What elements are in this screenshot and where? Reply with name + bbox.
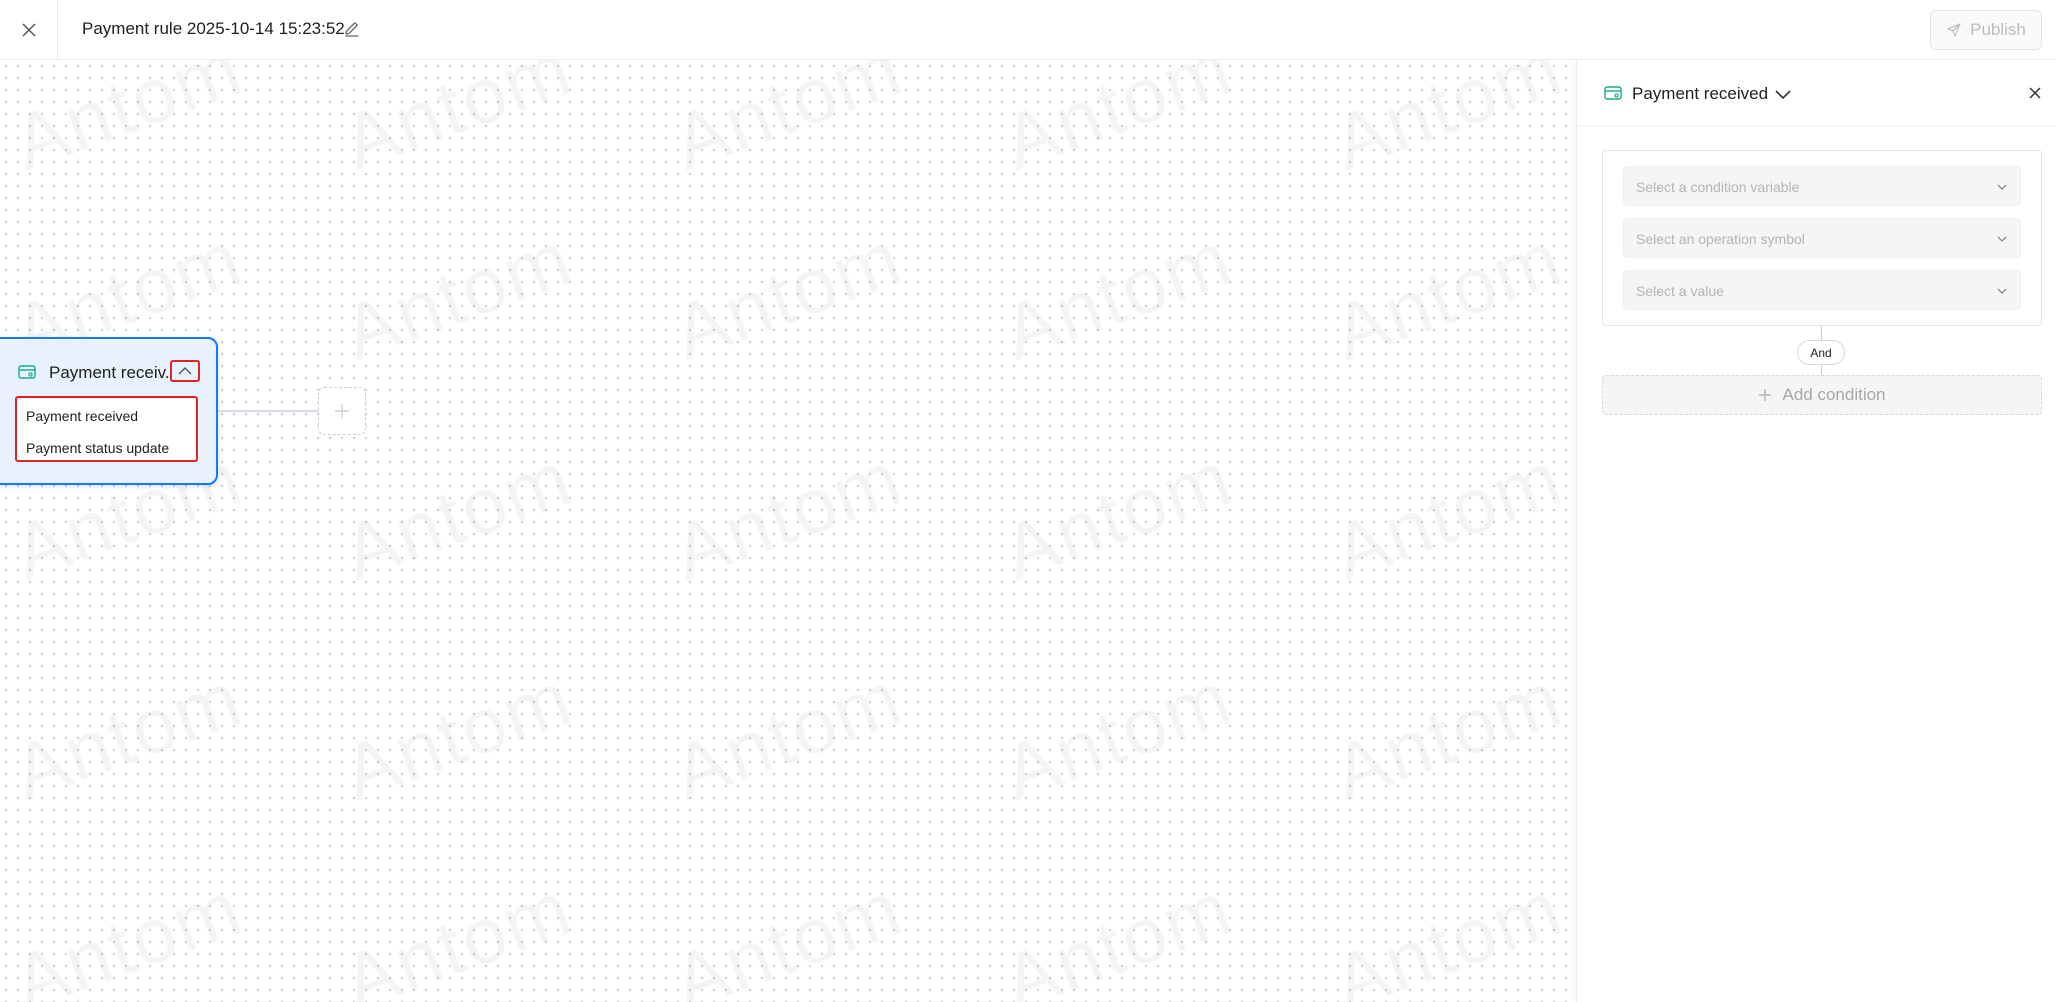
- condition-variable-placeholder: Select a condition variable: [1636, 179, 1800, 195]
- chevron-up-icon: [178, 367, 192, 375]
- pencil-icon[interactable]: [342, 19, 362, 39]
- add-condition-button[interactable]: Add condition: [1602, 375, 2042, 415]
- payment-card-icon: [1604, 86, 1622, 100]
- page-title: Payment rule 2025-10-14 15:23:52: [82, 19, 345, 38]
- watermark: Antom: [662, 432, 914, 598]
- watermark: Antom: [332, 60, 584, 189]
- and-operator-toggle[interactable]: And: [1797, 340, 1845, 365]
- trigger-type-dropdown: Payment received Payment status update: [15, 396, 198, 462]
- condition-link-line: [1821, 365, 1822, 375]
- watermark: Antom: [992, 212, 1244, 378]
- dropdown-option-payment-status-update[interactable]: Payment status update: [26, 439, 169, 457]
- watermark: Antom: [662, 652, 914, 818]
- watermark: Antom: [332, 212, 584, 378]
- panel-title: Payment received: [1632, 84, 1769, 103]
- add-condition-label: Add condition: [1782, 385, 1886, 404]
- watermark: Antom: [2, 652, 254, 818]
- operation-symbol-placeholder: Select an operation symbol: [1636, 231, 1805, 247]
- watermark: Antom: [1322, 862, 1574, 1002]
- trigger-node[interactable]: Payment receiv... Payment received Payme…: [0, 337, 218, 485]
- watermark: Antom: [332, 652, 584, 818]
- publish-label: Publish: [1970, 20, 2026, 39]
- watermark: Antom: [992, 862, 1244, 1002]
- watermark: Antom: [992, 60, 1244, 189]
- config-panel: Payment received Select a condition vari…: [1576, 60, 2056, 1002]
- watermark: Antom: [1322, 652, 1574, 818]
- watermark: Antom: [2, 862, 254, 1002]
- close-icon[interactable]: [2025, 83, 2045, 103]
- flow-canvas[interactable]: Antom Antom Antom Antom Antom Antom Anto…: [0, 60, 1576, 1002]
- operation-symbol-select[interactable]: Select an operation symbol: [1623, 218, 2021, 258]
- watermark: Antom: [992, 652, 1244, 818]
- chevron-down-icon: [1997, 236, 2007, 242]
- close-button[interactable]: [0, 0, 58, 60]
- plus-icon: [335, 404, 349, 418]
- condition-value-select[interactable]: Select a value: [1623, 270, 2021, 310]
- watermark: Antom: [662, 60, 914, 189]
- publish-button[interactable]: Publish: [1930, 10, 2042, 50]
- watermark: Antom: [992, 432, 1244, 598]
- top-bar: Payment rule 2025-10-14 15:23:52 Publish: [0, 0, 2056, 60]
- node-dropdown-toggle[interactable]: [170, 360, 200, 382]
- panel-header: Payment received: [1577, 60, 2056, 126]
- payment-card-icon: [18, 365, 36, 379]
- dropdown-option-payment-received[interactable]: Payment received: [26, 407, 138, 425]
- plus-icon: [1759, 389, 1772, 401]
- watermark: Antom: [2, 60, 254, 189]
- node-title: Payment receiv...: [49, 363, 169, 382]
- chevron-down-icon: [1997, 288, 2007, 294]
- condition-group: Select a condition variable Select an op…: [1602, 150, 2042, 326]
- condition-variable-select[interactable]: Select a condition variable: [1623, 166, 2021, 206]
- close-icon: [21, 23, 36, 37]
- send-icon: [1947, 23, 1961, 37]
- watermark: Antom: [1322, 432, 1574, 598]
- watermark: Antom: [332, 432, 584, 598]
- chevron-down-icon: [1997, 184, 2007, 190]
- watermark: Antom: [662, 212, 914, 378]
- watermark: Antom: [332, 862, 584, 1002]
- condition-link-line: [1821, 326, 1822, 340]
- add-node-button[interactable]: [318, 387, 366, 435]
- watermark: Antom: [1322, 212, 1574, 378]
- condition-value-placeholder: Select a value: [1636, 283, 1724, 299]
- node-connector: [218, 410, 318, 412]
- chevron-down-icon[interactable]: [1772, 83, 1794, 105]
- watermark: Antom: [1322, 60, 1574, 189]
- watermark: Antom: [662, 862, 914, 1002]
